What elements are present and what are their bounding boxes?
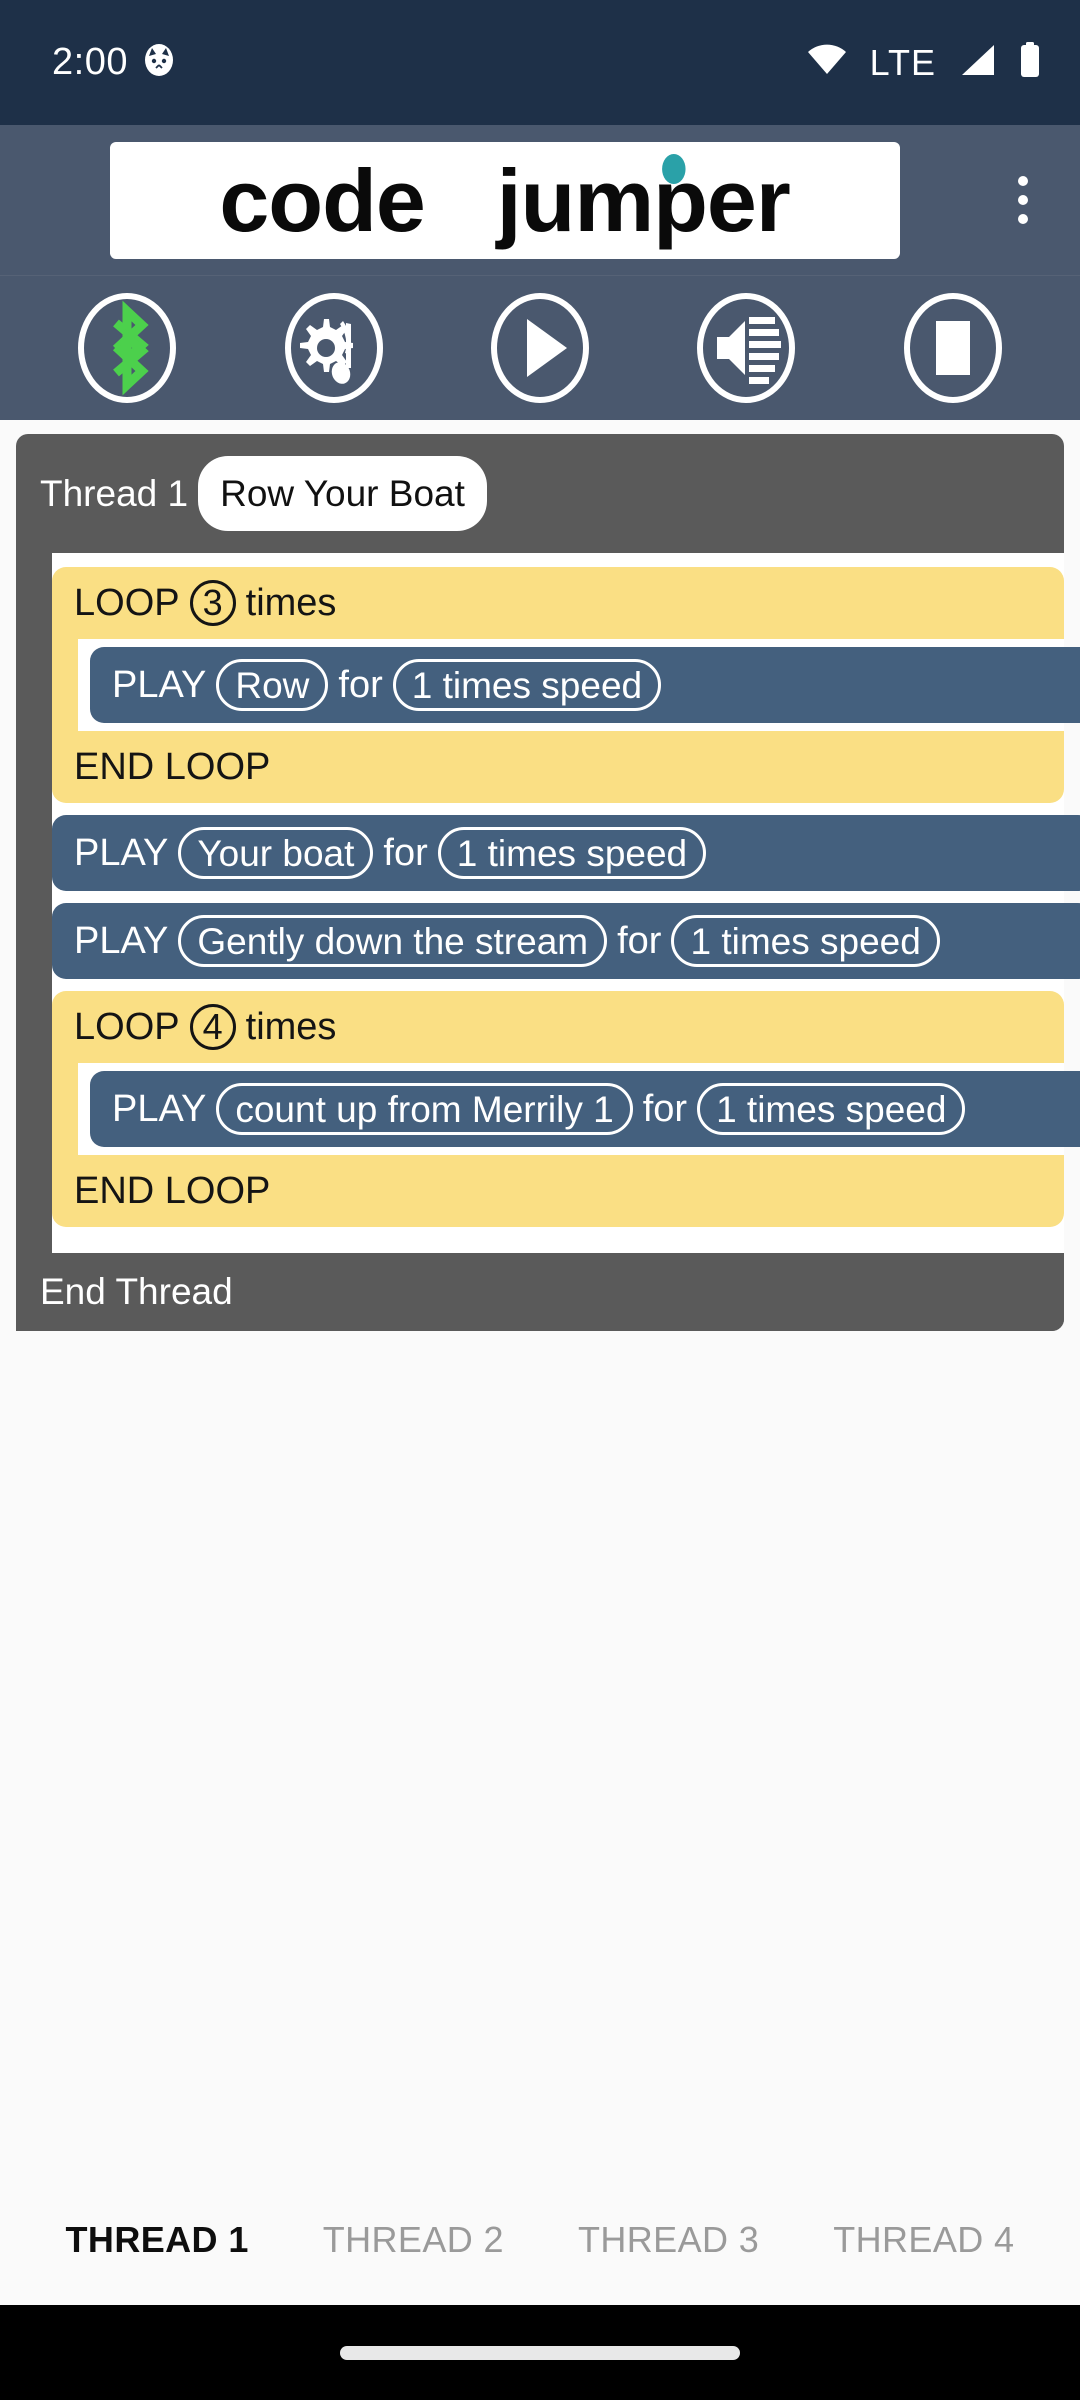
bluetooth-icon [78,293,177,403]
bluetooth-button[interactable] [71,292,183,404]
end-thread-row: End Thread [16,1253,1064,1331]
app-logo: code jumper [110,142,900,259]
status-bar-right: LTE [806,42,1042,84]
app-screen: 2:00 LTE code jumper Thread 1 Row Your B… [0,0,1080,2400]
lte-label: LTE [869,41,936,83]
play-for-label: for [383,831,428,874]
thread-name-chip[interactable]: Row Your Boat [198,456,487,531]
wifi-icon [806,43,848,82]
overflow-menu-button[interactable] [980,125,1066,275]
overflow-dot-2-icon [1018,195,1028,205]
play-keyword: PLAY [112,1087,207,1130]
play-block[interactable]: PLAY Your boat for 1 times speed [52,815,1080,891]
app-logo-word-code: code [219,150,426,250]
loop-count-chip[interactable]: 4 [189,1004,236,1050]
thread-tab-bar: THREAD 1 THREAD 2 THREAD 3 THREAD 4 [0,2187,1080,2305]
play-keyword: PLAY [74,919,169,962]
play-icon [490,293,589,403]
system-navigation-bar [0,2305,1080,2400]
play-button[interactable] [484,292,596,404]
loop-header-row[interactable]: LOOP 3 times [52,567,1064,639]
volume-button[interactable] [690,292,802,404]
play-sound-chip[interactable]: Gently down the stream [178,915,608,967]
status-clock: 2:00 [52,41,128,83]
loop-header-row[interactable]: LOOP 4 times [52,991,1064,1063]
play-sound-chip[interactable]: Your boat [178,827,374,879]
play-for-label: for [642,1087,688,1130]
sound-settings-button[interactable] [278,292,390,404]
loop-times-label: times [245,581,337,624]
tab-thread-1[interactable]: THREAD 1 [66,2219,249,2261]
status-bar-left: 2:00 [52,41,176,84]
play-sound-chip[interactable]: Row [216,659,329,711]
tab-thread-4[interactable]: THREAD 4 [833,2219,1014,2261]
loop-end-row[interactable]: END LOOP [52,1155,1064,1227]
overflow-dot-3-icon [1018,214,1028,224]
cat-face-icon [142,43,176,82]
stop-button[interactable] [897,292,1009,404]
tab-thread-3[interactable]: THREAD 3 [578,2219,759,2261]
loop-times-label: times [245,1005,337,1048]
play-block[interactable]: PLAY count up from Merrily 1 for 1 times… [90,1071,1080,1147]
play-sound-chip[interactable]: count up from Merrily 1 [216,1083,633,1135]
status-bar: 2:00 LTE [0,0,1080,125]
loop-keyword: LOOP [74,1005,180,1048]
thread-header: Thread 1 Row Your Boat [16,434,1064,553]
loop-body: PLAY Row for 1 times speed [52,639,1080,731]
loop-body: PLAY count up from Merrily 1 for 1 times… [52,1063,1080,1155]
program-area: Thread 1 Row Your Boat LOOP 3 times PLAY… [0,420,1080,2187]
loop-block: LOOP 4 times PLAY count up from Merrily … [52,991,1080,1227]
tab-thread-2[interactable]: THREAD 2 [323,2219,504,2261]
loop-count-chip[interactable]: 3 [189,580,236,626]
speaker-volume-icon [697,293,796,403]
cellular-signal-icon [958,43,996,82]
app-logo-text: code jumper [220,153,791,245]
app-bar: code jumper [0,125,1080,275]
play-speed-chip[interactable]: 1 times speed [392,659,662,711]
play-for-label: for [338,663,383,706]
stop-icon [903,293,1002,403]
play-speed-chip[interactable]: 1 times speed [437,827,707,879]
loop-end-row[interactable]: END LOOP [52,731,1064,803]
gear-music-note-icon [284,293,383,403]
battery-icon [1018,42,1042,83]
play-for-label: for [617,919,662,962]
home-indicator[interactable] [340,2345,740,2360]
play-speed-chip[interactable]: 1 times speed [671,915,940,967]
play-keyword: PLAY [74,831,169,874]
program-blocks-panel: LOOP 3 times PLAY Row for 1 times speed … [52,553,1080,1253]
app-logo-word-jumper: jumper [497,150,791,250]
thread-container: Thread 1 Row Your Boat LOOP 3 times PLAY… [16,434,1080,1331]
play-keyword: PLAY [112,663,207,706]
play-block[interactable]: PLAY Gently down the stream for 1 times … [52,903,1080,979]
thread-label: Thread 1 [40,473,189,514]
play-speed-chip[interactable]: 1 times speed [697,1083,966,1135]
loop-block: LOOP 3 times PLAY Row for 1 times speed … [52,567,1080,803]
play-block[interactable]: PLAY Row for 1 times speed [90,647,1080,723]
action-toolbar [0,275,1080,420]
app-logo-space [449,151,473,250]
loop-keyword: LOOP [74,581,180,624]
overflow-dot-1-icon [1018,176,1028,186]
